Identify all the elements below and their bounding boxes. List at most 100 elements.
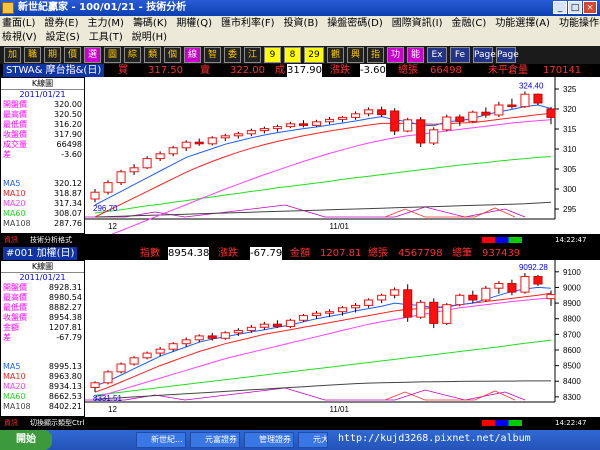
menu-item[interactable]: 功能選擇(A)	[495, 18, 550, 29]
toolbar-button[interactable]: 江	[244, 47, 261, 63]
menu-item[interactable]: 匯市利率(F)	[221, 18, 275, 29]
toolbar-button[interactable]: 選	[84, 47, 101, 63]
watermark-text: http://kujd3268.pixnet.net/album	[338, 433, 531, 444]
menu-item[interactable]: 檢視(V)	[2, 32, 37, 43]
symbol-label[interactable]: #001 加權(日)	[3, 247, 78, 260]
toolbar-button[interactable]: Fe	[450, 47, 470, 63]
menu-item[interactable]: 證券(E)	[44, 18, 78, 29]
menu-item[interactable]: 功能操作(R)	[559, 18, 600, 29]
toolbar-button[interactable]: 職	[24, 47, 41, 63]
menu-item[interactable]: 設定(S)	[46, 32, 80, 43]
maximize-button[interactable]: □	[568, 1, 582, 14]
taskbar: 開始 新世紀... 元富證券 管理證券 元大... http://kujd326…	[0, 430, 600, 450]
toolbar-button[interactable]: 興	[347, 47, 364, 63]
change-value: -3.60	[360, 64, 386, 77]
toolbar-button[interactable]: Page	[496, 47, 519, 63]
symbol-label[interactable]: STWA& 摩台指&(日)	[3, 64, 105, 77]
menu-item[interactable]: 期權(Q)	[176, 18, 212, 29]
toolbar-button[interactable]: 8	[284, 47, 301, 63]
toolbar-button[interactable]: 加	[4, 47, 21, 63]
app-icon[interactable]	[2, 2, 14, 14]
minimize-button[interactable]: _	[553, 1, 567, 14]
toolbar-button[interactable]: 個	[164, 47, 181, 63]
toolbar-button[interactable]: 期	[44, 47, 61, 63]
menu-item[interactable]: 操盤密碼(D)	[327, 18, 383, 29]
change-label: 漲跌	[330, 65, 350, 76]
change-label: 漲跌	[218, 248, 238, 259]
toolbar-button[interactable]: 價	[64, 47, 81, 63]
side-row-label: 收盤價	[3, 130, 27, 139]
toolbar-button[interactable]: 觀	[327, 47, 344, 63]
side-row: MA20 8934.13	[1, 382, 84, 392]
panel-futures-header: STWA& 摩台指&(日) 買 317.50 賣 322.00 成 317.90…	[0, 64, 600, 77]
toolbar-button[interactable]: 委	[224, 47, 241, 63]
toolbar-button[interactable]: 線	[184, 47, 201, 63]
candle	[351, 303, 361, 313]
side-row-value: 8928.31	[48, 283, 82, 292]
side-row: MA5 8995.13	[1, 362, 84, 372]
candle-body	[311, 121, 322, 126]
candle-body	[468, 294, 478, 301]
toolbar-button[interactable]: 智	[204, 47, 221, 63]
menu-item[interactable]: 主力(M)	[88, 18, 124, 29]
toolbar-button[interactable]: 9	[264, 47, 281, 63]
menu-item[interactable]: 金融(C)	[452, 18, 487, 29]
menu-item[interactable]: 工具(T)	[89, 32, 123, 43]
toolbar-button[interactable]: 綜	[124, 47, 141, 63]
menu-row-secondary: 檢視(V) 設定(S) 工具(T) 說明(H)	[2, 31, 176, 45]
menu-item[interactable]: 籌碼(K)	[133, 18, 167, 29]
status-bar: 資訊 技術分析格式 14:22:47	[0, 234, 600, 246]
toolbar-button[interactable]: 29	[304, 47, 324, 63]
index-value: 8954.38	[168, 247, 210, 260]
high-label: 9092.28	[519, 263, 548, 272]
volume-label: 總張	[368, 248, 388, 259]
side-date: 2011/01/21	[19, 90, 66, 99]
toolbar-button[interactable]: 能	[407, 47, 424, 63]
toolbar-button[interactable]: 功	[387, 47, 404, 63]
menu-item[interactable]: 說明(H)	[132, 32, 167, 43]
side-row-value: 1207.81	[48, 323, 82, 332]
y-tick-label: 315	[563, 125, 577, 134]
candle-body	[338, 307, 348, 313]
side-row-value: 316.20	[54, 120, 82, 129]
candle-body	[233, 133, 243, 137]
side-row-value: 317.34	[54, 199, 82, 208]
candle-body	[403, 289, 413, 318]
toolbar-button[interactable]: 圖	[104, 47, 121, 63]
candlestick-chart-index[interactable]: 8300 8400 8500 8600 8700 8800 8900 9000 9100 12 11…	[85, 260, 600, 417]
side-row: 金額 1207.81	[1, 323, 84, 333]
side-row: 最高價 320.50	[1, 110, 84, 120]
menu-item[interactable]: 投資(B)	[284, 18, 319, 29]
y-tick-label: 8800	[563, 315, 581, 324]
toolbar-button[interactable]: Ex	[427, 47, 447, 63]
candle-body	[481, 111, 491, 116]
candle	[377, 106, 387, 117]
candle	[338, 116, 348, 123]
close-button[interactable]: ×	[583, 1, 597, 14]
menu-item[interactable]: 畫面(L)	[2, 18, 35, 29]
taskbar-item[interactable]: 管理證券	[244, 432, 294, 448]
toolbar-button[interactable]: 指	[367, 47, 384, 63]
candle	[546, 107, 556, 125]
y-tick-label: 8400	[563, 377, 581, 386]
candle-body	[546, 294, 556, 300]
start-button[interactable]: 開始	[0, 430, 52, 450]
toolbar-button[interactable]: Page	[473, 47, 496, 63]
x-tick-label: 12	[108, 405, 117, 414]
side-row: MA60 308.07	[1, 209, 84, 219]
y-tick-label: 320	[563, 105, 577, 114]
side-row: MA10 8963.80	[1, 372, 84, 382]
candlestick-chart-futures[interactable]: 295 300 305 310 315 320 325 12 11/01 324.40 296.70	[85, 77, 600, 242]
y-tick-label: 8900	[563, 299, 581, 308]
candle	[90, 381, 100, 392]
toolbar-button[interactable]: 類	[144, 47, 161, 63]
side-row-label: MA10	[3, 372, 26, 381]
taskbar-item[interactable]: 元大...	[298, 432, 328, 448]
taskbar-item[interactable]: 新世紀...	[136, 432, 186, 448]
taskbar-item[interactable]: 元富證券	[190, 432, 240, 448]
side-row-value: 320.50	[54, 110, 82, 119]
menu-item[interactable]: 國際資訊(I)	[392, 18, 443, 29]
side-row-value: 8963.80	[48, 372, 82, 381]
candle	[403, 284, 413, 322]
ma-line-ma20	[94, 119, 552, 242]
